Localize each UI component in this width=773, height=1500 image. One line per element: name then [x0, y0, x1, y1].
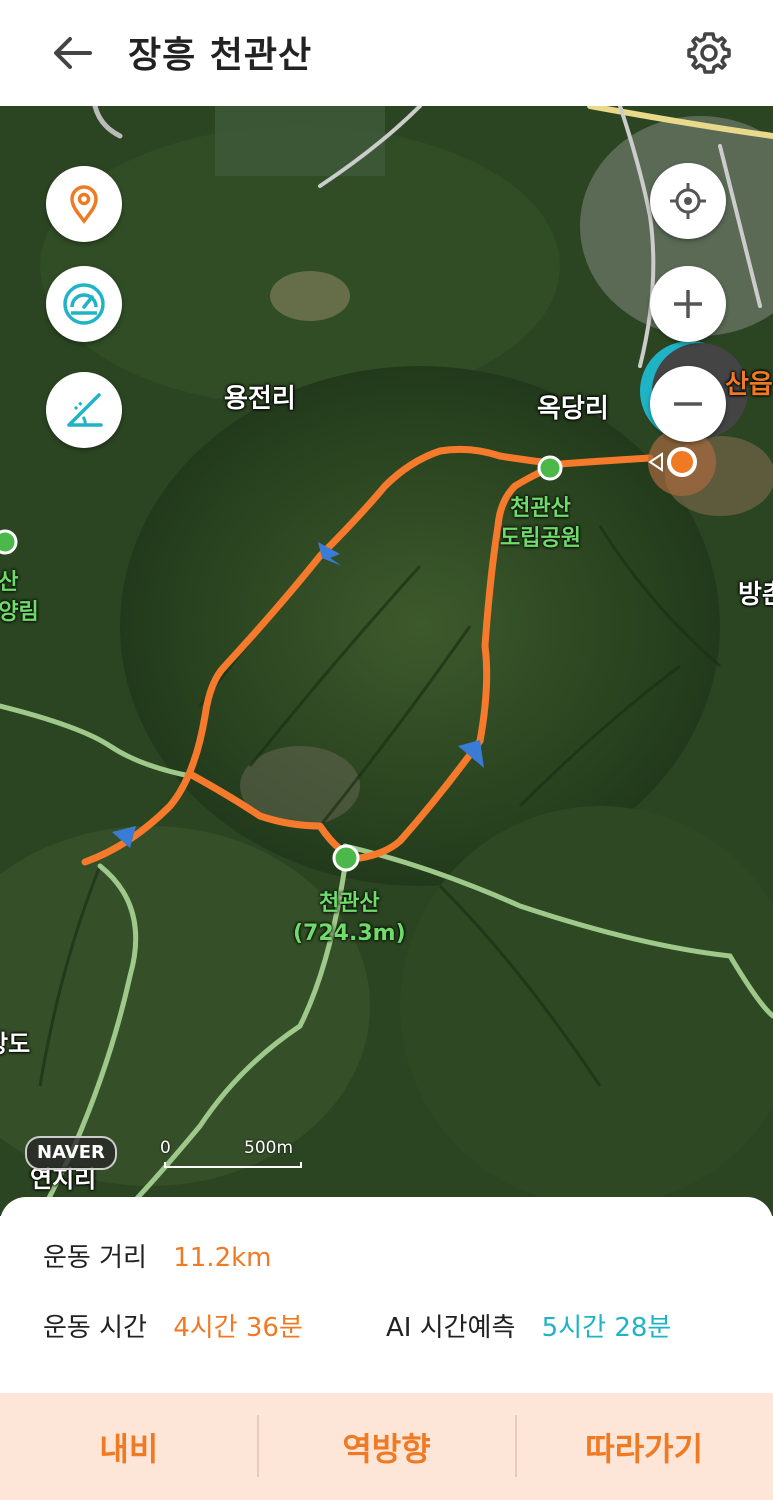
follow-button[interactable]: 따라가기 — [515, 1393, 773, 1500]
time-row: 운동 시간 4시간 36분 — [43, 1307, 303, 1344]
map-scale: 0 500m — [160, 1138, 302, 1178]
arrow-left-icon[interactable] — [50, 30, 96, 76]
zoom-in-button[interactable] — [650, 266, 726, 342]
location-pin-button[interactable] — [46, 166, 122, 242]
slope-button[interactable] — [46, 372, 122, 448]
time-label: 운동 시간 — [43, 1313, 147, 1343]
action-bar: 내비 역방향 따라가기 — [0, 1393, 773, 1500]
app-header: 장흥 천관산 — [0, 0, 773, 106]
ai-row: AI 시간예측 5시간 28분 — [386, 1307, 671, 1344]
place-label: 옥당리 — [537, 394, 609, 424]
reverse-button[interactable]: 역방향 — [258, 1393, 516, 1500]
zoom-out-button[interactable] — [650, 366, 726, 442]
distance-value: 11.2km — [173, 1243, 272, 1273]
peak-label: 천관산 (724.3m) — [293, 891, 406, 946]
scale-zero: 0 — [160, 1138, 171, 1158]
scale-distance: 500m — [244, 1138, 294, 1158]
navi-button[interactable]: 내비 — [0, 1393, 258, 1500]
place-label: 상도 — [0, 1030, 31, 1058]
slope-icon — [67, 393, 103, 427]
distance-label: 운동 거리 — [43, 1243, 147, 1273]
minus-icon — [674, 402, 702, 406]
crosshair-icon — [670, 183, 706, 219]
place-label: 산읍 — [725, 370, 773, 400]
plus-icon — [674, 290, 702, 318]
divider — [515, 1415, 517, 1477]
time-value: 4시간 36분 — [173, 1313, 303, 1343]
speed-button[interactable] — [46, 266, 122, 342]
satellite-terrain — [0, 106, 773, 1216]
place-label: 용전리 — [224, 384, 296, 414]
naver-logo: NAVER — [25, 1136, 117, 1170]
divider — [257, 1415, 259, 1477]
forest-label: 관산 휴양림 — [0, 570, 39, 625]
speedometer-icon — [63, 283, 105, 325]
distance-row: 운동 거리 11.2km — [43, 1237, 272, 1274]
place-label: 방촌 — [738, 580, 773, 610]
map-view[interactable]: 용전리 옥당리 산읍 방촌 천관산 도립공원 천관산 (724.3m) 관산 휴… — [0, 106, 773, 1216]
ai-value: 5시간 28분 — [541, 1313, 672, 1343]
my-location-button[interactable] — [650, 163, 726, 239]
page-title: 장흥 천관산 — [128, 35, 313, 76]
ai-label: AI 시간예측 — [386, 1313, 516, 1343]
park-label: 천관산 도립공원 — [500, 496, 581, 551]
gear-icon[interactable] — [684, 28, 734, 78]
map-pin-icon — [70, 185, 98, 224]
